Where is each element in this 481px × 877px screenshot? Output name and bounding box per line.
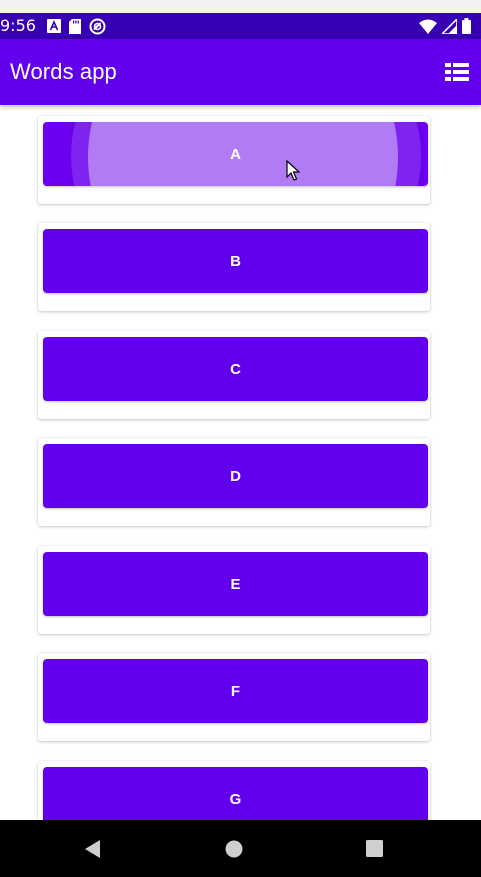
phone-screen: 9:56 Words app A B C D E F G	[0, 0, 481, 877]
status-time: 9:56	[0, 16, 36, 35]
ripple-effect	[88, 122, 398, 186]
letter-card: B	[38, 223, 430, 311]
letter-label: F	[230, 682, 241, 700]
letter-label: C	[230, 360, 241, 378]
letter-card: F	[38, 653, 430, 741]
layout-toggle-button[interactable]	[443, 58, 471, 86]
back-button[interactable]	[82, 838, 104, 860]
letter-button-e[interactable]: E	[43, 552, 428, 616]
letter-card: D	[38, 438, 430, 526]
letter-label: D	[230, 467, 241, 485]
letter-card: C	[38, 331, 430, 419]
back-icon	[85, 840, 100, 858]
letter-card: G	[38, 761, 430, 820]
letter-label: G	[229, 790, 242, 808]
letter-button-c[interactable]: C	[43, 337, 428, 401]
letter-button-g[interactable]: G	[43, 767, 428, 820]
sync-icon	[89, 18, 106, 34]
letter-card: A	[38, 116, 430, 204]
letter-label: E	[230, 575, 241, 593]
recents-button[interactable]	[364, 838, 386, 860]
letter-label: A	[230, 145, 241, 163]
recents-icon	[366, 840, 383, 857]
app-bar: Words app	[0, 39, 481, 105]
status-left-icons	[47, 17, 106, 35]
status-right-icons	[419, 17, 471, 35]
list-layout-icon	[445, 63, 469, 81]
letter-button-a[interactable]: A	[43, 122, 428, 186]
status-bar: 9:56	[0, 13, 481, 39]
letter-button-f[interactable]: F	[43, 659, 428, 723]
letter-label: B	[230, 252, 241, 270]
letter-button-d[interactable]: D	[43, 444, 428, 508]
window-top-strip	[0, 0, 481, 13]
home-button[interactable]	[223, 838, 245, 860]
font-a-icon	[47, 19, 61, 33]
sd-card-icon	[69, 18, 81, 34]
home-icon	[225, 840, 243, 858]
battery-icon	[462, 18, 471, 34]
cellular-signal-icon	[442, 18, 457, 34]
letter-button-b[interactable]: B	[43, 229, 428, 293]
wifi-icon	[419, 19, 437, 34]
letter-list[interactable]: A B C D E F G	[0, 105, 481, 820]
app-title: Words app	[10, 59, 117, 84]
letter-card: E	[38, 546, 430, 634]
navigation-bar	[0, 820, 481, 877]
